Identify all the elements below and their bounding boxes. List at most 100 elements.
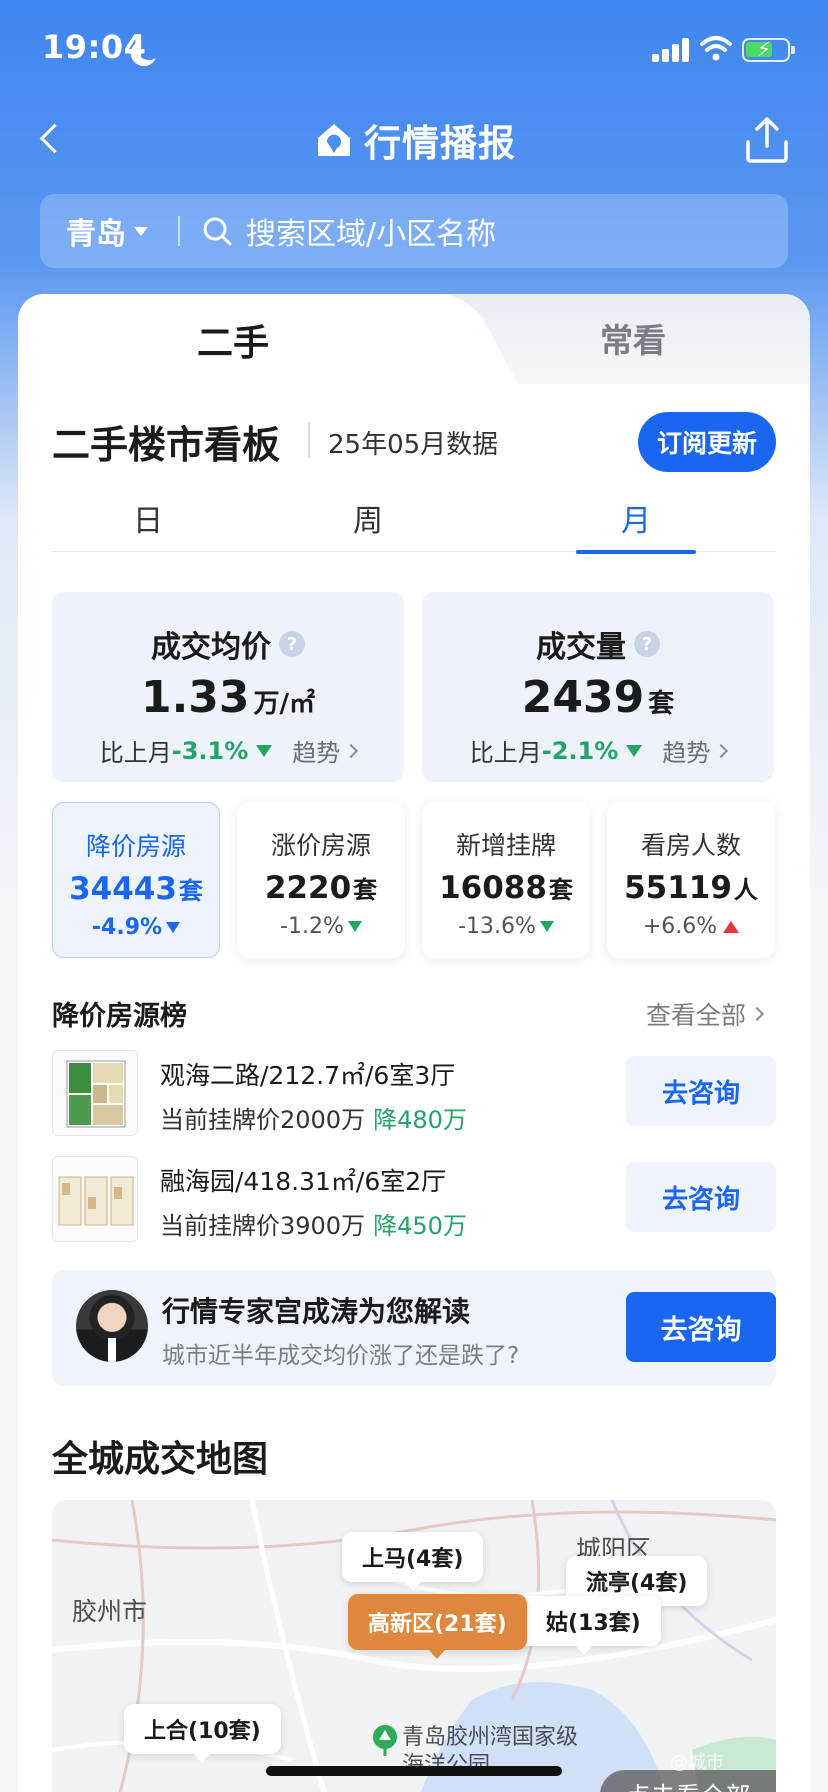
listing-price: 当前挂牌价2000万 (160, 1106, 366, 1134)
map-label-jiaozhou: 胶州市 (72, 1597, 148, 1626)
metric-change: -13.6% (458, 914, 536, 939)
map-pin-label: 上马(4套) (362, 1547, 464, 1572)
house-logo-icon (318, 124, 350, 156)
view-all-link[interactable]: 查看全部 (646, 996, 765, 1032)
metric-unit: 套 (178, 877, 203, 905)
listing-price-row: 当前挂牌价2000万 降480万 (160, 1100, 467, 1135)
metric-value: 34443 (69, 871, 177, 907)
map-pin-label: 姑(13套) (546, 1611, 641, 1636)
metric-label: 新增挂牌 (455, 831, 556, 860)
subscribe-button[interactable]: 订阅更新 (638, 412, 776, 472)
search-input[interactable]: 搜索区域/小区名称 (246, 209, 496, 253)
down-triangle-icon (256, 744, 273, 757)
metric-label: 涨价房源 (270, 831, 371, 860)
listing-item[interactable]: 观海二路/212.7㎡/6室3厅 当前挂牌价2000万 降480万 去咨询 (52, 1050, 776, 1136)
watermark: @城市 (670, 1752, 724, 1773)
share-icon[interactable] (744, 116, 790, 164)
metric-label: 看房人数 (640, 831, 741, 860)
main-card: 二手 常看 二手楼市看板 25年05月数据 订阅更新 日 周 月 成交均价 ? … (18, 294, 810, 1792)
listing-title: 融海园/418.31㎡/6室2厅 (160, 1167, 447, 1196)
metric-card-new-listings[interactable]: 新增挂牌 16088 套 -13.6% (422, 802, 590, 958)
search-divider (178, 216, 180, 246)
period-tab-month[interactable]: 月 (576, 496, 696, 540)
city-name: 青岛 (66, 217, 126, 252)
compare-label: 比上月 (469, 739, 542, 767)
map-title: 全城成交地图 (52, 1439, 269, 1480)
tab-frequent[interactable]: 常看 (518, 314, 748, 362)
metric-value-row: 16088 套 (422, 870, 590, 906)
city-selector[interactable]: 青岛 (40, 209, 148, 253)
stat-card-avg-price[interactable]: 成交均价 ? 1.33 万/㎡ 比上月 -3.1% 趋势 (52, 592, 404, 782)
tab-bar: 二手 常看 (18, 294, 810, 394)
metric-card-price-rise[interactable]: 涨价房源 2220 套 -1.2% (237, 802, 405, 958)
consult-button[interactable]: 去咨询 (626, 1162, 776, 1232)
expert-card[interactable]: 行情专家宫成涛为您解读 城市近半年成交均价涨了还是跌了? 去咨询 (52, 1270, 776, 1386)
listing-price-row: 当前挂牌价3900万 降450万 (160, 1206, 467, 1241)
metric-change-row: +6.6% (607, 914, 775, 939)
expert-consult-button[interactable]: 去咨询 (626, 1292, 776, 1362)
consult-button[interactable]: 去咨询 (626, 1056, 776, 1126)
stat-unit: 万/㎡ (253, 689, 316, 719)
metric-value-row: 2220 套 (237, 870, 405, 906)
compare-label: 比上月 (99, 739, 172, 767)
metric-card-price-cut[interactable]: 降价房源 34443 套 -4.9% (52, 802, 220, 958)
map-pin-hongdaogu[interactable]: 姑(13套) (508, 1596, 661, 1655)
expert-title: 行情专家宫成涛为您解读 (162, 1295, 471, 1328)
wifi-icon (700, 36, 732, 61)
floor-plan-thumbnail (52, 1050, 138, 1136)
metric-change-row: -1.2% (237, 914, 405, 939)
help-icon[interactable]: ? (279, 631, 305, 657)
chevron-right-icon (714, 743, 729, 758)
map-pin-label: 高新区(21套) (368, 1612, 507, 1637)
up-triangle-icon (723, 920, 740, 933)
stat-label: 成交量 (536, 630, 626, 665)
map-pin-shangma[interactable]: 上马(4套) (342, 1532, 484, 1591)
listing-price-drop: 降480万 (373, 1106, 467, 1134)
metric-unit: 人 (733, 876, 758, 904)
map-pin-shanghe[interactable]: 上合(10套) (124, 1704, 281, 1763)
help-icon[interactable]: ? (634, 631, 660, 657)
period-tab-week[interactable]: 周 (308, 496, 428, 540)
page-title-text: 行情播报 (364, 122, 516, 165)
stat-change: -2.1% (541, 736, 619, 765)
search-icon (203, 217, 232, 246)
metric-value-row: 34443 套 (53, 871, 219, 907)
pin-tail (403, 1581, 422, 1591)
stat-value: 2439 (521, 672, 645, 723)
pin-tail (428, 1649, 447, 1659)
transaction-map[interactable]: 胶州市 城阳区 上马(4套) 流亭(4套) 姑(13套) 高新区(21套) 上合… (52, 1500, 776, 1792)
metric-label: 降价房源 (85, 832, 186, 861)
metric-value: 55119 (624, 870, 732, 906)
expert-avatar (76, 1290, 148, 1362)
pin-tail (575, 1645, 594, 1655)
trend-label: 趋势 (662, 739, 711, 767)
floor-plan-image (66, 1060, 126, 1128)
period-tab-indicator (576, 550, 696, 554)
stat-label-row: 成交量 ? (422, 622, 774, 666)
metric-card-viewers[interactable]: 看房人数 55119 人 +6.6% (607, 802, 775, 958)
period-tab-day[interactable]: 日 (88, 496, 208, 540)
chevron-right-icon (749, 1006, 765, 1022)
metric-value-row: 55119 人 (607, 870, 775, 906)
stat-card-volume[interactable]: 成交量 ? 2439 套 比上月 -2.1% 趋势 (422, 592, 774, 782)
listing-item[interactable]: 融海园/418.31㎡/6室2厅 当前挂牌价3900万 降450万 去咨询 (52, 1156, 776, 1242)
metric-change: +6.6% (642, 914, 718, 939)
metric-value: 2220 (264, 870, 352, 906)
stat-label-row: 成交均价 ? (52, 622, 404, 666)
tab-secondhand[interactable]: 二手 (128, 314, 338, 366)
listing-price: 当前挂牌价3900万 (160, 1212, 366, 1240)
trend-link[interactable]: 趋势 (662, 733, 729, 768)
back-button[interactable] (34, 118, 70, 162)
price-drop-list-title: 降价房源榜 (52, 1001, 187, 1032)
listing-title: 观海二路/212.7㎡/6室3厅 (160, 1061, 456, 1090)
stat-value-row: 1.33 万/㎡ (52, 672, 404, 723)
metric-change-row: -4.9% (53, 915, 219, 940)
stat-value: 1.33 (140, 672, 250, 723)
cellular-signal-icon (652, 38, 690, 62)
map-pin-label: 上合(10套) (144, 1719, 261, 1744)
stat-label: 成交均价 (151, 630, 271, 665)
trend-link[interactable]: 趋势 (292, 733, 359, 768)
park-tree-icon (373, 1725, 397, 1756)
map-pin-gaoxin[interactable]: 高新区(21套) (348, 1594, 527, 1659)
trend-label: 趋势 (292, 739, 341, 767)
